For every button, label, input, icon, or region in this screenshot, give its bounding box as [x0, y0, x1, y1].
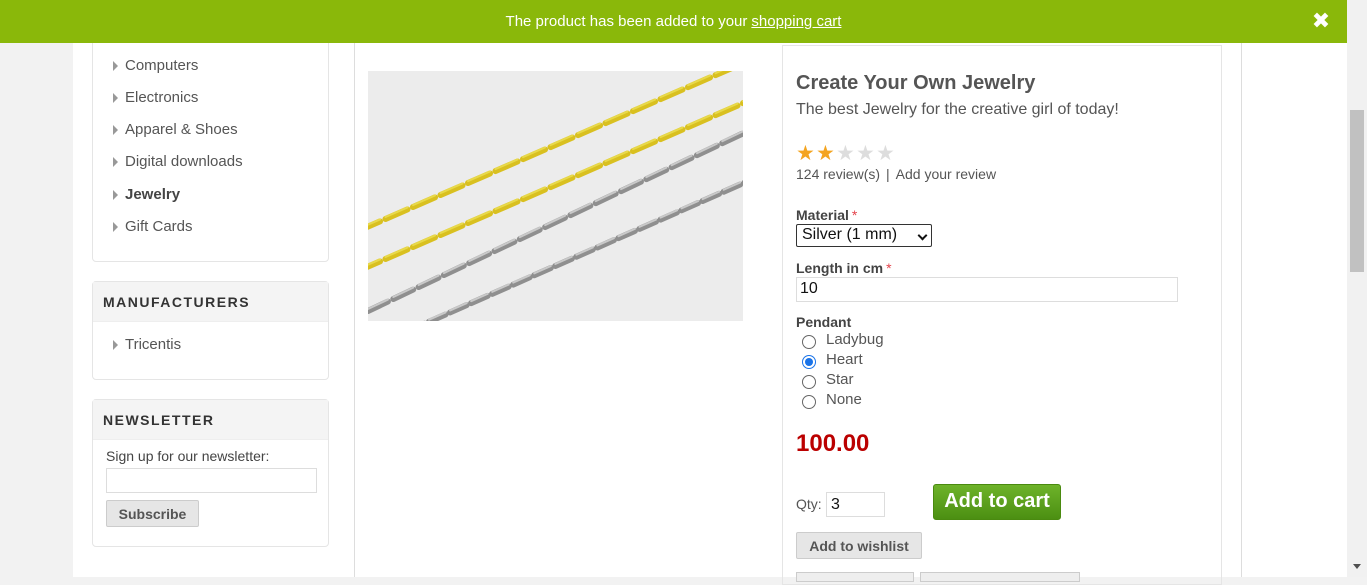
category-label: Jewelry — [125, 186, 181, 203]
scrollbar-thumb[interactable] — [1350, 110, 1364, 272]
manufacturer-item-tricentis[interactable]: Tricentis — [113, 336, 181, 353]
star-empty-icon: ★ — [856, 142, 875, 165]
categories-box: Computers Electronics Apparel & Shoes Di… — [92, 20, 329, 262]
material-label: Material * — [796, 207, 857, 223]
newsletter-label: Sign up for our newsletter: — [106, 448, 270, 464]
caret-right-icon — [113, 339, 118, 350]
notification-text: The product has been added to your — [505, 13, 748, 30]
pendant-label: Pendant — [796, 314, 852, 330]
radio-button[interactable] — [802, 334, 816, 349]
star-empty-icon: ★ — [876, 142, 895, 165]
radio-button[interactable] — [802, 374, 816, 389]
length-label: Length in cm * — [796, 260, 892, 276]
scroll-down-arrow-icon[interactable] — [1353, 564, 1361, 569]
radio-label: Star — [826, 371, 854, 388]
radio-label: Heart — [826, 351, 863, 368]
pendant-option-star[interactable]: Star — [802, 371, 854, 389]
newsletter-title: NEWSLETTER — [93, 400, 328, 440]
sidebar-item-apparel-shoes[interactable]: Apparel & Shoes — [113, 121, 238, 138]
qty-input[interactable]: 3 — [826, 492, 885, 517]
star-filled-icon: ★ — [796, 142, 815, 165]
add-review-link[interactable]: Add your review — [896, 166, 996, 182]
chevron-down-icon — [917, 230, 928, 241]
manufacturers-box: MANUFACTURERS Tricentis — [92, 281, 329, 380]
vertical-scrollbar[interactable] — [1347, 0, 1367, 577]
newsletter-box: NEWSLETTER Sign up for our newsletter: S… — [92, 399, 329, 547]
radio-label: Ladybug — [826, 331, 884, 348]
star-filled-icon: ★ — [816, 142, 835, 165]
category-label: Electronics — [125, 89, 199, 106]
newsletter-email-input[interactable] — [106, 468, 317, 493]
pendant-option-none[interactable]: None — [802, 391, 862, 409]
caret-right-icon — [113, 189, 118, 200]
more-button[interactable] — [920, 572, 1080, 582]
material-label-text: Material — [796, 207, 849, 223]
pendant-option-heart[interactable]: Heart — [802, 351, 863, 369]
sidebar-item-gift-cards[interactable]: Gift Cards — [113, 218, 193, 235]
manufacturers-title: MANUFACTURERS — [93, 282, 328, 322]
required-mark: * — [886, 260, 892, 276]
rating-stars: ★ ★ ★ ★ ★ — [796, 142, 896, 165]
category-label: Computers — [125, 57, 199, 74]
material-select[interactable]: Silver (1 mm) — [796, 224, 932, 247]
caret-right-icon — [113, 221, 118, 232]
qty-label: Qty: — [796, 496, 822, 512]
add-to-wishlist-button[interactable]: Add to wishlist — [796, 532, 922, 559]
category-label: Apparel & Shoes — [125, 121, 238, 138]
product-description: The best Jewelry for the creative girl o… — [796, 101, 1119, 118]
radio-label: None — [826, 391, 862, 408]
caret-right-icon — [113, 92, 118, 103]
manufacturer-label: Tricentis — [125, 336, 182, 353]
pendant-option-ladybug[interactable]: Ladybug — [802, 331, 884, 349]
more-button[interactable] — [796, 572, 914, 582]
reviews-line: 124 review(s) | Add your review — [796, 166, 997, 182]
radio-button[interactable] — [802, 354, 816, 369]
reviews-count-link[interactable]: 124 review(s) — [796, 166, 880, 182]
notification-bar: The product has been added to your shopp… — [0, 0, 1347, 43]
radio-button[interactable] — [802, 394, 816, 409]
sidebar-item-computers[interactable]: Computers — [113, 57, 198, 74]
product-price: 100.00 — [796, 430, 870, 457]
caret-right-icon — [113, 124, 118, 135]
subscribe-button[interactable]: Subscribe — [106, 500, 199, 527]
category-label: Gift Cards — [125, 218, 193, 235]
sidebar-item-digital-downloads[interactable]: Digital downloads — [113, 153, 243, 170]
jewelry-chain-image — [368, 71, 743, 321]
caret-right-icon — [113, 60, 118, 71]
divider — [1241, 43, 1242, 577]
close-icon[interactable]: ✖ — [1311, 10, 1331, 32]
add-to-cart-button[interactable]: Add to cart — [933, 484, 1061, 520]
required-mark: * — [851, 207, 858, 223]
product-title: Create Your Own Jewelry — [796, 72, 1036, 94]
sidebar-item-electronics[interactable]: Electronics — [113, 89, 198, 106]
material-selected-value: Silver (1 mm) — [802, 226, 898, 243]
divider — [354, 43, 355, 577]
star-empty-icon: ★ — [836, 142, 855, 165]
caret-right-icon — [113, 156, 118, 167]
length-label-text: Length in cm — [796, 260, 884, 276]
sidebar-item-jewelry[interactable]: Jewelry — [113, 186, 180, 203]
length-input[interactable]: 10 — [796, 277, 1178, 302]
shopping-cart-link[interactable]: shopping cart — [751, 13, 841, 30]
product-image[interactable] — [368, 71, 743, 321]
category-label: Digital downloads — [125, 153, 243, 170]
